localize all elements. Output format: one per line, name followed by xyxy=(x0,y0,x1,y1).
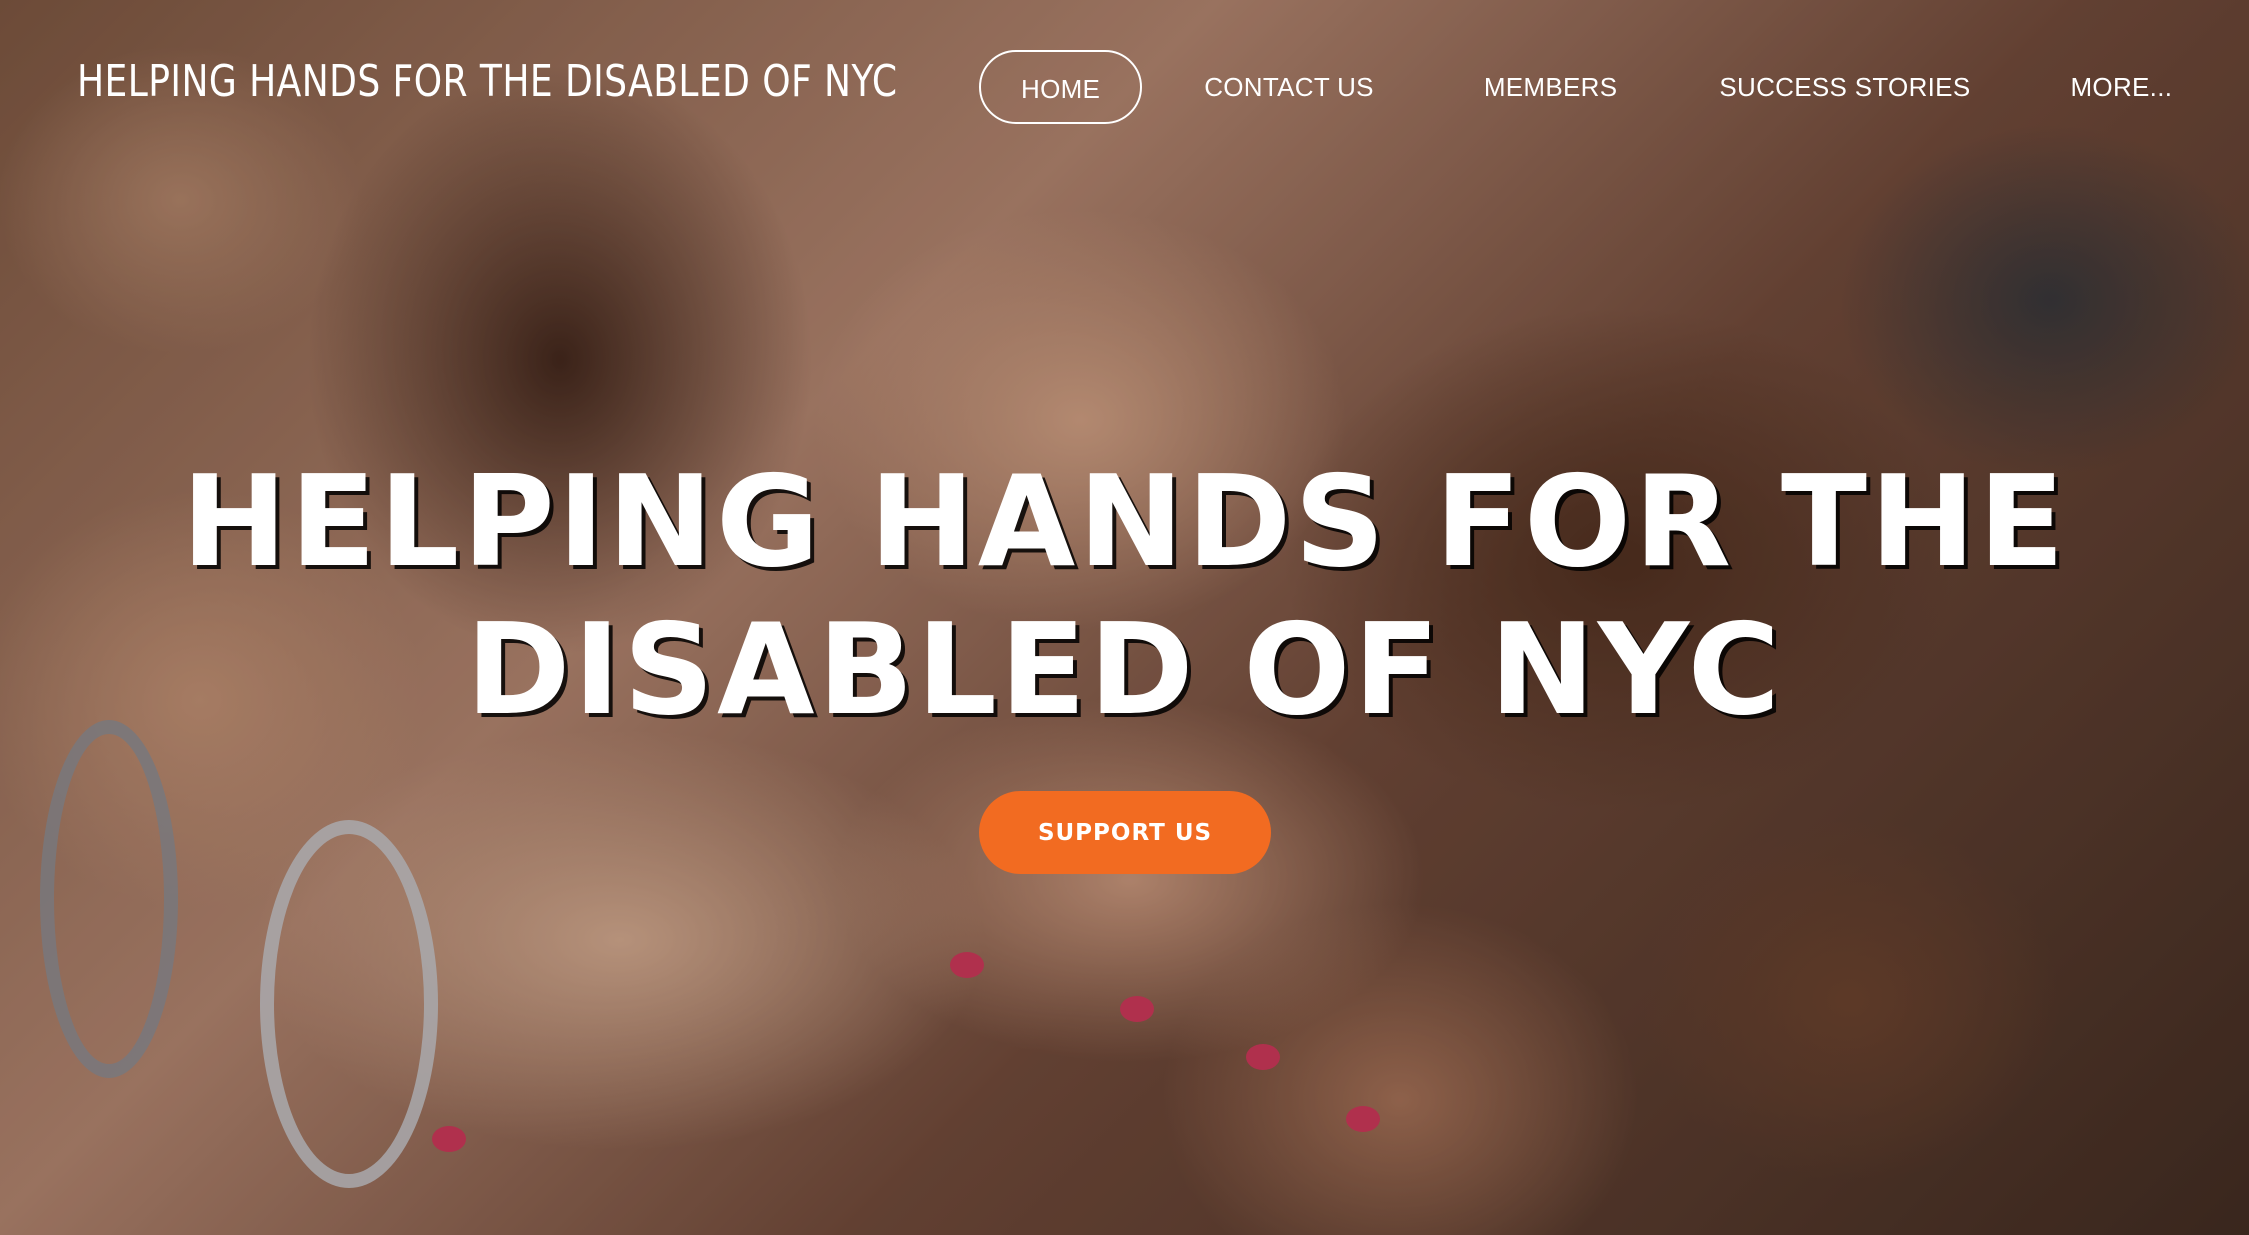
nav-item-home[interactable]: HOME xyxy=(979,50,1143,124)
nav-item-success-stories[interactable]: SUCCESS STORIES xyxy=(1679,50,2010,124)
site-title[interactable]: HELPING HANDS FOR THE DISABLED OF NYC xyxy=(77,56,898,107)
site-header: HELPING HANDS FOR THE DISABLED OF NYC HO… xyxy=(0,0,2249,175)
nav-item-more[interactable]: MORE... xyxy=(2030,50,2212,124)
nav-item-contact-us[interactable]: CONTACT US xyxy=(1164,50,1414,124)
support-us-button[interactable]: SUPPORT US xyxy=(979,791,1271,874)
page: HELPING HANDS FOR THE DISABLED OF NYC HO… xyxy=(0,0,2249,1235)
main-nav: HOME CONTACT US MEMBERS SUCCESS STORIES … xyxy=(979,48,2212,126)
hero-heading: HELPING HANDS FOR THE DISABLED OF NYC xyxy=(0,448,2249,744)
hero-heading-line-1: HELPING HANDS FOR THE xyxy=(181,448,2068,595)
nav-item-members[interactable]: MEMBERS xyxy=(1444,50,1658,124)
hero-heading-line-2: DISABLED OF NYC xyxy=(465,596,1784,743)
